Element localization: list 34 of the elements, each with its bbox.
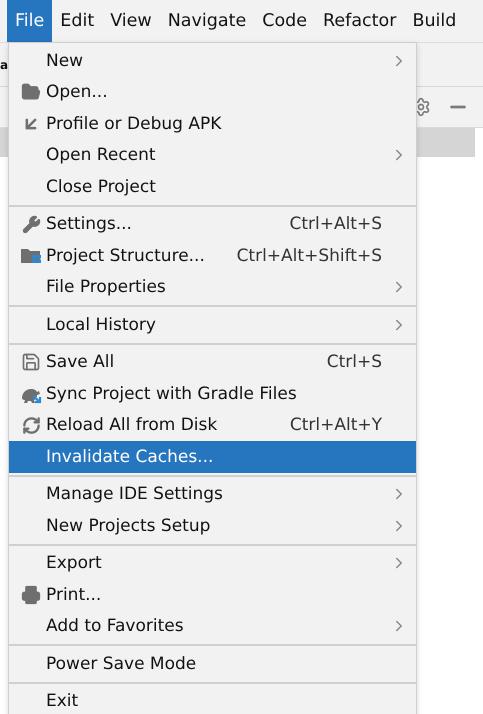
menu-item[interactable]: Open Recent (9, 140, 416, 171)
menu-item[interactable]: Save All Ctrl+S (9, 346, 416, 378)
menu-item[interactable]: Invalidate Caches... (9, 441, 416, 472)
menu-item[interactable]: Settings... Ctrl+Alt+S (9, 208, 416, 240)
menu-item[interactable]: Profile or Debug APK (9, 108, 416, 140)
menu-item[interactable]: Reload All from Disk Ctrl+Alt+Y (9, 410, 416, 441)
menu-item[interactable]: Add to Favorites (9, 610, 416, 642)
save-icon (21, 352, 41, 372)
menu-bar-item[interactable]: Build (404, 0, 464, 42)
menu-item[interactable]: Print... (9, 579, 416, 610)
printer-icon (21, 584, 41, 605)
reload-icon (22, 416, 40, 435)
menu-item[interactable]: Project Structure... Ctrl+Alt+Shift+S (9, 240, 416, 272)
tab-label: a (0, 58, 8, 72)
menu-item[interactable]: Local History (9, 309, 416, 340)
menu-item[interactable]: Close Project (9, 171, 416, 202)
folder-icon (21, 82, 41, 102)
folder-grid-icon (20, 246, 42, 265)
menu-bar-item[interactable]: View (102, 0, 160, 42)
menu-item[interactable]: File Properties (9, 272, 416, 303)
menu-item[interactable]: New (9, 45, 416, 76)
menu-bar-item[interactable]: Code (254, 0, 316, 42)
menu-item[interactable]: Export (9, 548, 416, 579)
menu-bar-item[interactable]: Navigate (160, 0, 254, 42)
menu-item[interactable]: Exit (9, 686, 416, 714)
menu-item[interactable]: Manage IDE Settings (9, 478, 416, 510)
menu-bar-item[interactable]: Edit (52, 0, 102, 42)
menu-item[interactable]: New Projects Setup (9, 510, 416, 542)
menu-bar-item[interactable]: Refactor (315, 0, 404, 42)
menu-bar-item[interactable]: File (7, 0, 52, 42)
menu-item[interactable]: Open... (9, 76, 416, 108)
menu-item[interactable]: Power Save Mode (9, 648, 416, 680)
menu-item[interactable]: Sync Project with Gradle Files (9, 378, 416, 410)
wrench-icon (22, 214, 40, 234)
